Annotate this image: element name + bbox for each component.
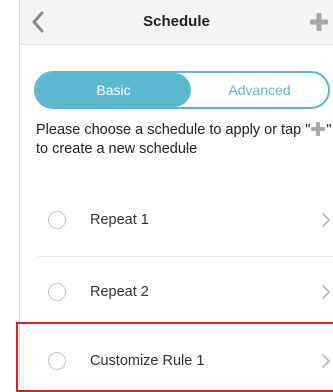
radio-button[interactable] xyxy=(48,352,66,370)
tab-basic[interactable]: Basic xyxy=(36,73,191,107)
divider xyxy=(38,256,333,257)
list-item[interactable]: Repeat 2 xyxy=(20,266,333,318)
radio-button[interactable] xyxy=(48,283,66,301)
instruction-text: Please choose a schedule to apply or tap… xyxy=(36,121,332,159)
page-title: Schedule xyxy=(143,13,210,30)
mode-segmented-control: Basic Advanced xyxy=(34,71,330,109)
radio-button[interactable] xyxy=(48,211,66,229)
instruction-text-start: Please choose a schedule to apply or tap… xyxy=(36,122,311,138)
schedule-label: Repeat 2 xyxy=(90,284,149,300)
nav-header: Schedule xyxy=(20,0,333,45)
schedule-screen: Schedule Basic Advanced Please choose a … xyxy=(16,0,333,392)
tab-advanced[interactable]: Advanced xyxy=(191,73,328,107)
plus-icon xyxy=(311,122,326,136)
schedule-label: Customize Rule 1 xyxy=(90,353,205,369)
chevron-right-icon xyxy=(322,213,330,227)
list-item[interactable]: Repeat 1 xyxy=(20,194,333,246)
chevron-right-icon xyxy=(322,354,330,368)
schedule-label: Repeat 1 xyxy=(90,212,149,228)
plus-icon xyxy=(310,13,328,31)
list-item[interactable]: Customize Rule 1 xyxy=(20,335,333,387)
add-schedule-button[interactable] xyxy=(309,12,329,32)
left-margin xyxy=(0,0,19,383)
chevron-right-icon xyxy=(322,285,330,299)
